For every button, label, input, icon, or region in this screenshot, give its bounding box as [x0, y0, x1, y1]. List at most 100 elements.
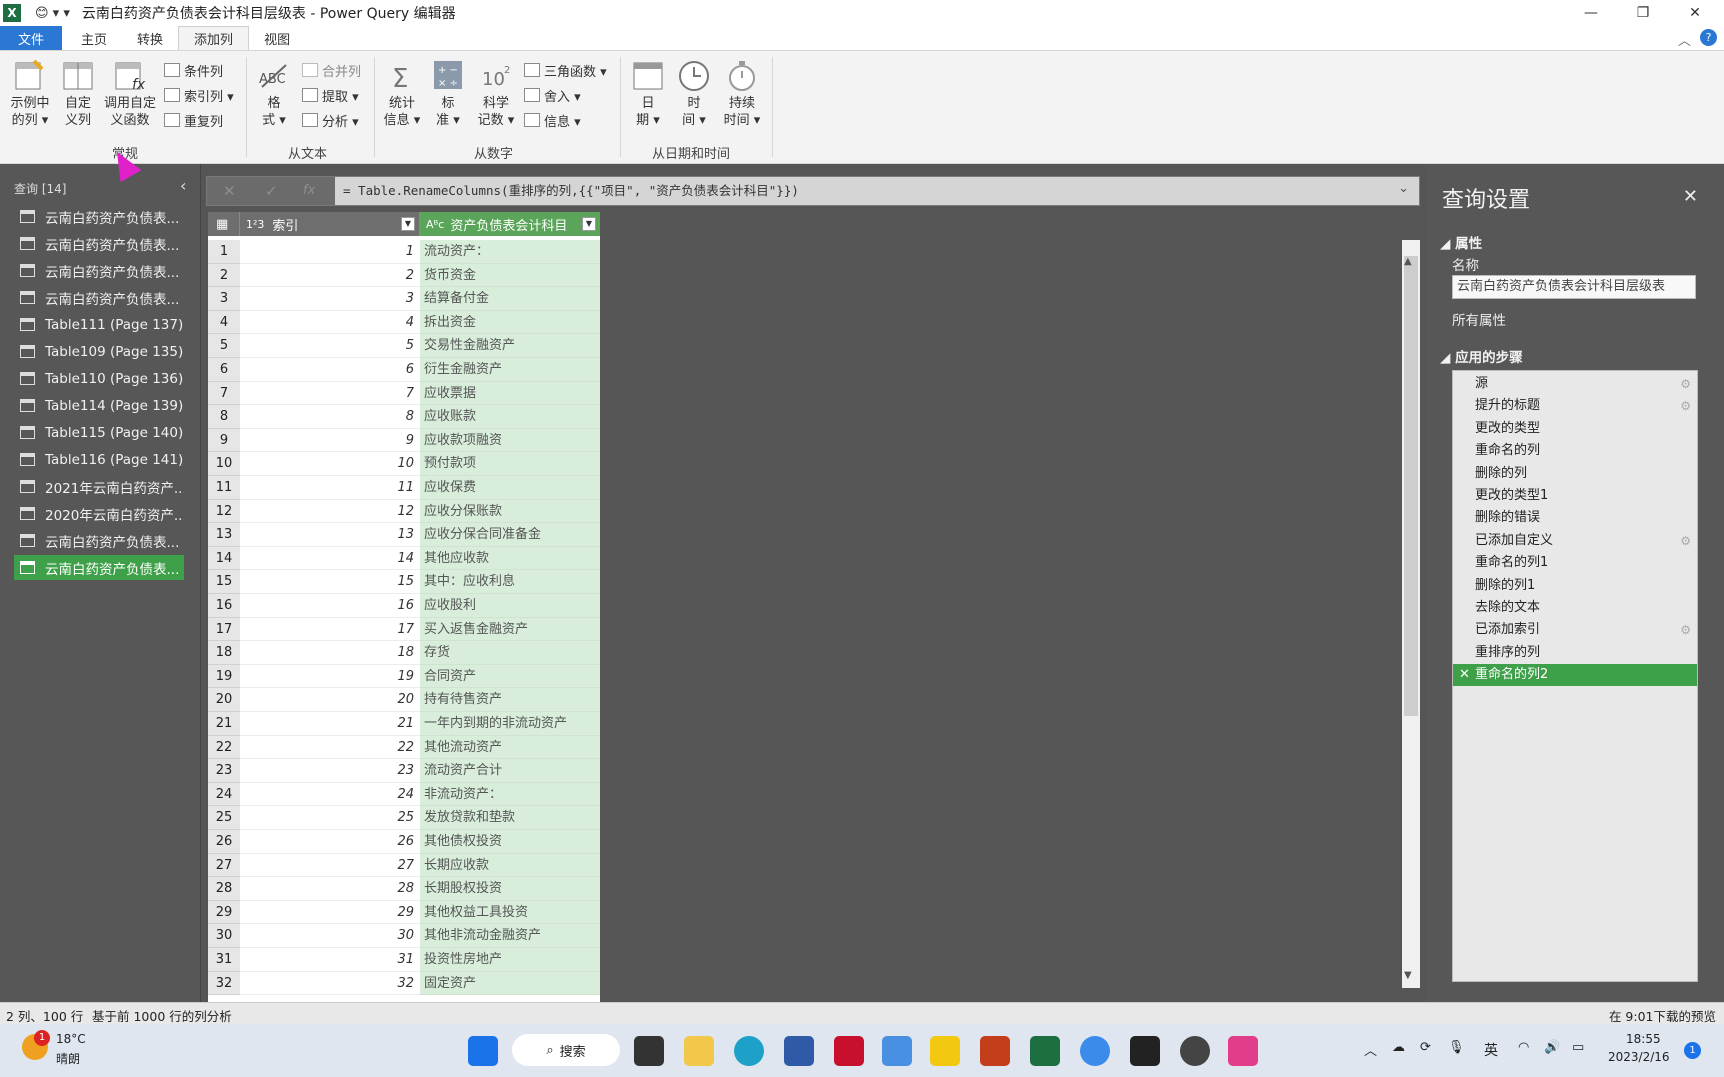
- collapse-queries-icon[interactable]: ‹: [180, 176, 186, 195]
- number-type-icon[interactable]: 1²3: [246, 218, 264, 231]
- account-cell[interactable]: 其他应收款: [420, 546, 600, 571]
- step-settings-gear-icon[interactable]: ⚙: [1680, 530, 1691, 552]
- powerpoint-icon[interactable]: [980, 1036, 1010, 1066]
- row-number[interactable]: 21: [208, 712, 240, 736]
- row-number[interactable]: 9: [208, 428, 240, 453]
- task-view-icon[interactable]: [634, 1036, 664, 1066]
- index-cell[interactable]: 30: [240, 924, 420, 948]
- applied-step[interactable]: 重命名的列: [1453, 440, 1697, 462]
- query-item[interactable]: Table109 (Page 135): [14, 339, 184, 364]
- index-cell[interactable]: 9: [240, 429, 420, 453]
- store-icon[interactable]: [784, 1036, 814, 1066]
- information-button[interactable]: 信息 ▾: [524, 109, 581, 131]
- account-cell[interactable]: 流动资产：: [420, 240, 600, 264]
- extract-button[interactable]: 提取 ▾: [302, 84, 359, 106]
- conditional-column-button[interactable]: 条件列: [164, 59, 223, 81]
- query-item[interactable]: 云南白药资产负债表...: [14, 528, 184, 553]
- format-button[interactable]: ABC 格 式 ▾: [252, 59, 296, 129]
- index-cell[interactable]: 28: [240, 877, 420, 901]
- index-cell[interactable]: 20: [240, 688, 420, 712]
- wifi-icon[interactable]: ◠: [1518, 1040, 1529, 1055]
- index-cell[interactable]: 15: [240, 570, 420, 594]
- row-number[interactable]: 28: [208, 877, 240, 901]
- row-number[interactable]: 16: [208, 594, 240, 618]
- feishu-icon[interactable]: [882, 1036, 912, 1066]
- scroll-down-icon[interactable]: ▼: [1404, 970, 1412, 981]
- row-number[interactable]: 4: [208, 310, 240, 335]
- mcafee-icon[interactable]: [834, 1036, 864, 1066]
- music-app-icon[interactable]: [1228, 1036, 1258, 1066]
- account-cell[interactable]: 预付款项: [420, 452, 600, 476]
- close-settings-icon[interactable]: ✕: [1683, 186, 1698, 207]
- ime-indicator[interactable]: 英: [1484, 1040, 1498, 1060]
- all-properties-link[interactable]: 所有属性: [1452, 309, 1506, 329]
- row-number[interactable]: 18: [208, 641, 240, 665]
- account-cell[interactable]: 其中：应收利息: [420, 570, 600, 594]
- volume-icon[interactable]: 🔊: [1544, 1040, 1560, 1055]
- applied-step[interactable]: 重命名的列1: [1453, 552, 1697, 574]
- browser-icon[interactable]: [1080, 1036, 1110, 1066]
- account-cell[interactable]: 一年内到期的非流动资产: [420, 712, 600, 736]
- applied-step[interactable]: 删除的错误: [1453, 507, 1697, 529]
- applied-step[interactable]: 已添加自定义 ⚙: [1453, 530, 1697, 552]
- index-cell[interactable]: 23: [240, 759, 420, 783]
- query-item[interactable]: 云南白药资产负债表...: [14, 231, 184, 256]
- account-cell[interactable]: 固定资产: [420, 971, 600, 996]
- row-number[interactable]: 3: [208, 287, 240, 311]
- account-cell[interactable]: 存货: [420, 641, 600, 665]
- applied-step[interactable]: ✕ 重命名的列2: [1453, 664, 1697, 687]
- properties-section[interactable]: ◢ 属性: [1440, 232, 1482, 252]
- index-cell[interactable]: 8: [240, 405, 420, 429]
- filter-dropdown-icon[interactable]: ▼: [582, 217, 596, 231]
- custom-column-button[interactable]: 自定 义列: [58, 59, 98, 129]
- clock-date[interactable]: 2023/2/16: [1608, 1050, 1670, 1064]
- account-cell[interactable]: 结算备付金: [420, 287, 600, 311]
- row-number[interactable]: 29: [208, 900, 240, 925]
- index-cell[interactable]: 11: [240, 476, 420, 500]
- row-number[interactable]: 6: [208, 358, 240, 382]
- row-number[interactable]: 32: [208, 971, 240, 996]
- notification-badge[interactable]: 1: [1684, 1042, 1701, 1059]
- account-cell[interactable]: 应收股利: [420, 594, 600, 618]
- formula-input[interactable]: = Table.RenameColumns(重排序的列,{{"项目", "资产负…: [335, 177, 1419, 205]
- account-cell[interactable]: 货币资金: [420, 263, 600, 288]
- scrollbar-thumb[interactable]: [1404, 256, 1418, 716]
- row-number[interactable]: 13: [208, 523, 240, 547]
- index-column-button[interactable]: 索引列 ▾: [164, 84, 234, 106]
- row-number[interactable]: 8: [208, 405, 240, 429]
- query-item[interactable]: 云南白药资产负债表...: [14, 285, 184, 310]
- account-cell[interactable]: 合同资产: [420, 664, 600, 689]
- query-item[interactable]: 2021年云南白药资产...: [14, 474, 184, 499]
- trigonometry-button[interactable]: 三角函数 ▾: [524, 59, 607, 81]
- applied-step[interactable]: 重排序的列: [1453, 642, 1697, 664]
- tab-add-column[interactable]: 添加列: [178, 26, 250, 50]
- account-cell[interactable]: 应收票据: [420, 381, 600, 406]
- applied-step[interactable]: 删除的列: [1453, 463, 1697, 485]
- quick-access-toolbar[interactable]: 😊 ▾ ▾: [35, 6, 70, 21]
- index-cell[interactable]: 13: [240, 523, 420, 547]
- row-number[interactable]: 22: [208, 735, 240, 760]
- step-settings-gear-icon[interactable]: ⚙: [1680, 395, 1691, 417]
- applied-step[interactable]: 去除的文本: [1453, 597, 1697, 619]
- account-cell[interactable]: 长期应收款: [420, 853, 600, 878]
- row-number[interactable]: 5: [208, 334, 240, 358]
- search-button[interactable]: ⌕ 搜索: [512, 1034, 620, 1066]
- row-number[interactable]: 19: [208, 664, 240, 689]
- index-cell[interactable]: 1: [240, 240, 420, 264]
- row-number[interactable]: 10: [208, 452, 240, 476]
- index-cell[interactable]: 7: [240, 382, 420, 406]
- row-number[interactable]: 15: [208, 570, 240, 594]
- index-cell[interactable]: 29: [240, 901, 420, 925]
- index-cell[interactable]: 12: [240, 500, 420, 524]
- index-cell[interactable]: 2: [240, 264, 420, 288]
- applied-steps-section[interactable]: ◢ 应用的步骤: [1440, 346, 1523, 366]
- scroll-up-icon[interactable]: ▲: [1404, 256, 1412, 267]
- row-number[interactable]: 25: [208, 806, 240, 830]
- excel-taskbar-icon[interactable]: [1030, 1036, 1060, 1066]
- index-cell[interactable]: 32: [240, 972, 420, 996]
- row-number[interactable]: 12: [208, 499, 240, 524]
- account-cell[interactable]: 应收款项融资: [420, 428, 600, 453]
- index-cell[interactable]: 31: [240, 948, 420, 972]
- column-from-examples-button[interactable]: 示例中 的列 ▾: [6, 59, 54, 129]
- text-type-icon[interactable]: Aᴮc: [426, 218, 444, 231]
